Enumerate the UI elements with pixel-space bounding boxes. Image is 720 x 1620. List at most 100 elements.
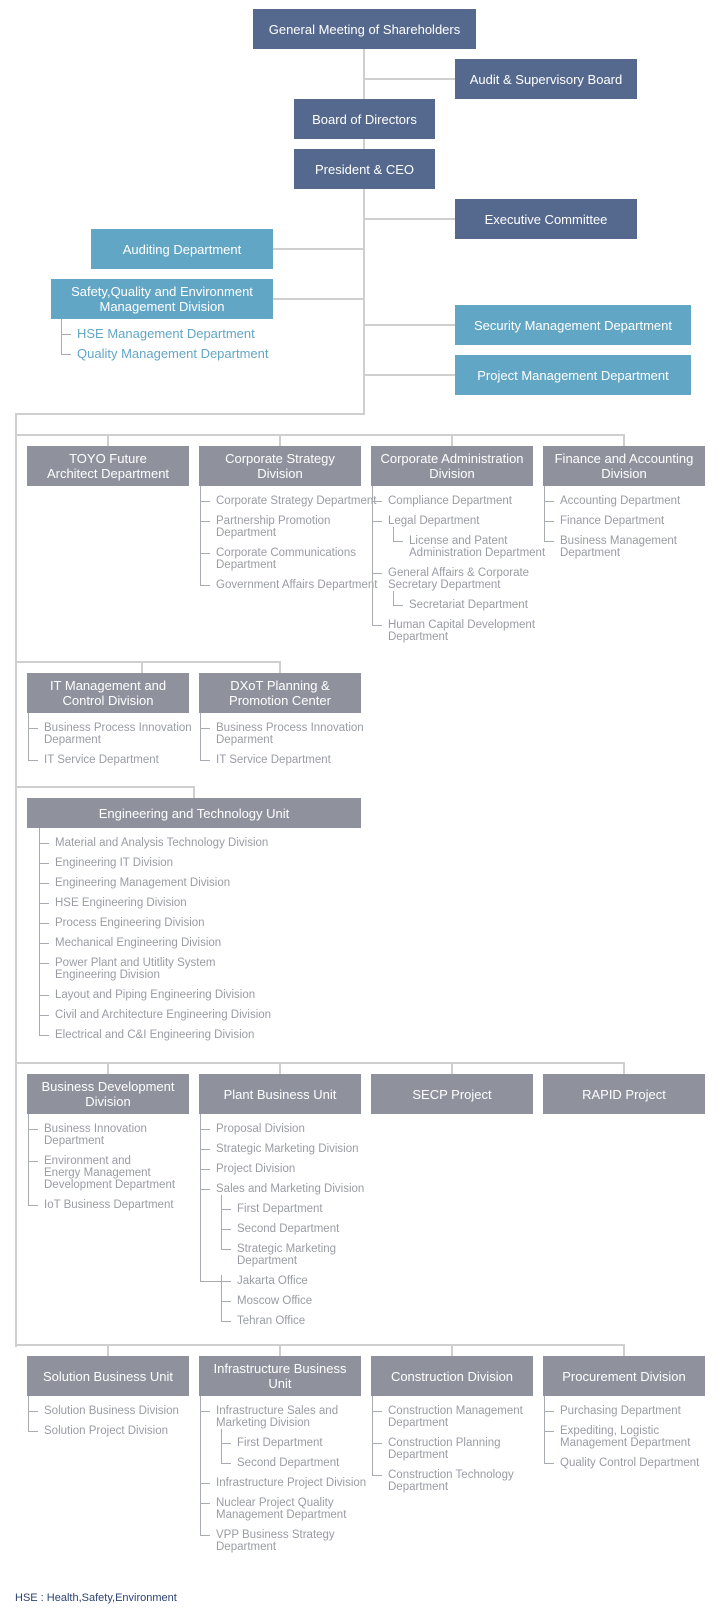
department-item[interactable]: Business Process Innovation Deparment xyxy=(200,713,364,754)
node-dxot-planning[interactable]: DXoT Planning & Promotion Center xyxy=(199,673,361,713)
sub-list: Infrastructure Sales and Marketing Divis… xyxy=(200,1396,366,1561)
department-label: Engineering IT Division xyxy=(55,857,174,869)
node-auditing-department[interactable]: Auditing Department xyxy=(91,229,273,269)
department-item[interactable]: Construction Technology Department xyxy=(372,1469,523,1501)
department-item[interactable]: HSE Management Department xyxy=(61,319,268,344)
department-item[interactable]: IT Service Department xyxy=(200,754,364,774)
department-label: Tehran Office xyxy=(237,1315,306,1327)
department-item[interactable]: Environment and Energy Management Develo… xyxy=(28,1155,175,1199)
department-item[interactable]: Corporate Communications Department xyxy=(200,547,378,579)
department-label: Strategic Marketing Division xyxy=(216,1143,359,1155)
department-item[interactable]: Process Engineering Division xyxy=(39,917,271,937)
department-label: IoT Business Department xyxy=(44,1199,174,1211)
department-item[interactable]: General Affairs & Corporate Secretary De… xyxy=(372,567,545,619)
connector-line xyxy=(193,786,195,798)
node-corporate-strategy[interactable]: Corporate Strategy Division xyxy=(199,446,361,486)
connector-line xyxy=(141,661,143,673)
department-item[interactable]: Mechanical Engineering Division xyxy=(39,937,271,957)
node-plant-business[interactable]: Plant Business Unit xyxy=(199,1074,361,1114)
department-item[interactable]: Project Division xyxy=(200,1163,364,1183)
department-item[interactable]: HSE Engineering Division xyxy=(39,897,271,917)
connector-line xyxy=(623,1344,625,1356)
department-item[interactable]: Business Process Innovation Deparment xyxy=(28,713,192,754)
department-item[interactable]: Construction Management Department xyxy=(372,1396,523,1437)
department-item[interactable]: Strategic Marketing Department xyxy=(221,1243,364,1275)
department-label: Human Capital Development Department xyxy=(388,619,536,643)
node-audit-supervisory-board[interactable]: Audit & Supervisory Board xyxy=(455,59,637,99)
department-item[interactable]: Corporate Strategy Department xyxy=(200,486,378,515)
department-item[interactable]: Business Management Department xyxy=(544,535,680,567)
sub-list: Purchasing Department Expediting, Logisti… xyxy=(544,1396,699,1477)
department-label: IT Service Department xyxy=(216,754,331,766)
department-item[interactable]: First Department xyxy=(221,1429,366,1457)
node-security-management[interactable]: Security Management Department xyxy=(455,305,691,345)
department-item[interactable]: Second Department xyxy=(221,1457,366,1477)
department-tree: Business Process Innovation Deparment IT … xyxy=(200,713,364,774)
department-item[interactable]: Solution Project Division xyxy=(28,1425,179,1445)
department-item[interactable]: Electrical and C&I Engineering Division xyxy=(39,1029,271,1049)
node-finance-accounting[interactable]: Finance and Accounting Division xyxy=(543,446,705,486)
department-item[interactable]: Material and Analysis Technology Divisio… xyxy=(39,828,271,857)
department-label: First Department xyxy=(237,1437,323,1449)
department-tree: Corporate Strategy Department Partnership… xyxy=(200,486,378,599)
department-item[interactable]: First Department xyxy=(221,1195,364,1223)
department-item[interactable]: Civil and Architecture Engineering Divis… xyxy=(39,1009,271,1029)
department-item[interactable]: Jakarta Office xyxy=(221,1275,364,1295)
department-item[interactable]: VPP Business Strategy Department xyxy=(200,1529,366,1561)
department-item[interactable]: Proposal Division xyxy=(200,1114,364,1143)
department-item[interactable]: Compliance Department xyxy=(372,486,545,515)
node-procurement[interactable]: Procurement Division xyxy=(543,1356,705,1396)
department-item[interactable]: Quality Management Department xyxy=(61,344,268,364)
department-item[interactable]: Human Capital Development Department xyxy=(372,619,545,651)
department-item[interactable]: Solution Business Division xyxy=(28,1396,179,1425)
department-item[interactable]: Partnership Promotion Department xyxy=(200,515,378,547)
node-engineering-technology[interactable]: Engineering and Technology Unit xyxy=(27,798,361,828)
department-item[interactable]: License and Patent Administration Depart… xyxy=(393,527,545,567)
node-project-management[interactable]: Project Management Department xyxy=(455,355,691,395)
department-item[interactable]: Layout and Piping Engineering Division xyxy=(39,989,271,1009)
department-item[interactable]: Engineering Management Division xyxy=(39,877,271,897)
node-secp-project[interactable]: SECP Project xyxy=(371,1074,533,1114)
department-item[interactable]: Tehran Office xyxy=(221,1315,364,1335)
department-item[interactable]: Nuclear Project Quality Management Depar… xyxy=(200,1497,366,1529)
node-construction[interactable]: Construction Division xyxy=(371,1356,533,1396)
node-it-management[interactable]: IT Management and Control Division xyxy=(27,673,189,713)
department-item[interactable]: Power Plant and Utitlity System Engineer… xyxy=(39,957,271,989)
department-item[interactable]: Accounting Department xyxy=(544,486,681,515)
department-item[interactable]: Construction Planning Department xyxy=(372,1437,523,1469)
node-rapid-project[interactable]: RAPID Project xyxy=(543,1074,705,1114)
department-item[interactable]: Finance Department xyxy=(544,515,680,535)
node-executive-committee[interactable]: Executive Committee xyxy=(455,199,637,239)
department-item[interactable]: IT Service Department xyxy=(28,754,192,774)
department-tree: Material and Analysis Technology Divisio… xyxy=(39,828,271,1049)
department-item[interactable]: Legal Department License and Patent Admin… xyxy=(372,515,545,567)
department-item[interactable]: Expediting, Logistic Management Departme… xyxy=(544,1425,699,1457)
department-item[interactable]: Quality Control Department xyxy=(544,1457,699,1477)
node-corporate-administration[interactable]: Corporate Administration Division xyxy=(371,446,533,486)
node-business-development[interactable]: Business Development Division xyxy=(27,1074,189,1114)
connector-line xyxy=(15,786,195,788)
department-item[interactable]: Business Innovation Department xyxy=(28,1114,175,1155)
node-board-of-directors[interactable]: Board of Directors xyxy=(294,99,435,139)
node-solution-business[interactable]: Solution Business Unit xyxy=(27,1356,189,1396)
node-president-ceo[interactable]: President & CEO xyxy=(294,149,435,189)
department-item[interactable]: Government Affairs Department xyxy=(200,579,378,599)
department-item[interactable]: Infrastructure Sales and Marketing Divis… xyxy=(200,1396,366,1477)
department-item[interactable]: Infrastructure Project Division xyxy=(200,1477,366,1497)
connector-line xyxy=(15,413,365,415)
department-item[interactable]: Engineering IT Division xyxy=(39,857,271,877)
department-item[interactable]: Moscow Office xyxy=(221,1295,364,1315)
department-item[interactable]: Second Department xyxy=(221,1223,364,1243)
node-general-meeting[interactable]: General Meeting of Shareholders xyxy=(253,9,476,49)
department-item[interactable]: Secretariat Department xyxy=(393,591,545,619)
node-sqe-division[interactable]: Safety,Quality and Environment Managemen… xyxy=(51,279,273,319)
department-item[interactable]: Strategic Marketing Division xyxy=(200,1143,364,1163)
department-item[interactable]: IoT Business Department xyxy=(28,1199,175,1219)
department-item[interactable]: Sales and Marketing Division First Depart… xyxy=(200,1183,364,1275)
node-infrastructure-business[interactable]: Infrastructure Business Unit xyxy=(199,1356,361,1396)
department-item[interactable]: Purchasing Department xyxy=(544,1396,699,1425)
department-label: Construction Management Department xyxy=(388,1405,523,1429)
department-label: Accounting Department xyxy=(560,495,681,507)
connector-line xyxy=(107,1062,109,1074)
node-toyo-future-architect[interactable]: TOYO Future Architect Department xyxy=(27,446,189,486)
